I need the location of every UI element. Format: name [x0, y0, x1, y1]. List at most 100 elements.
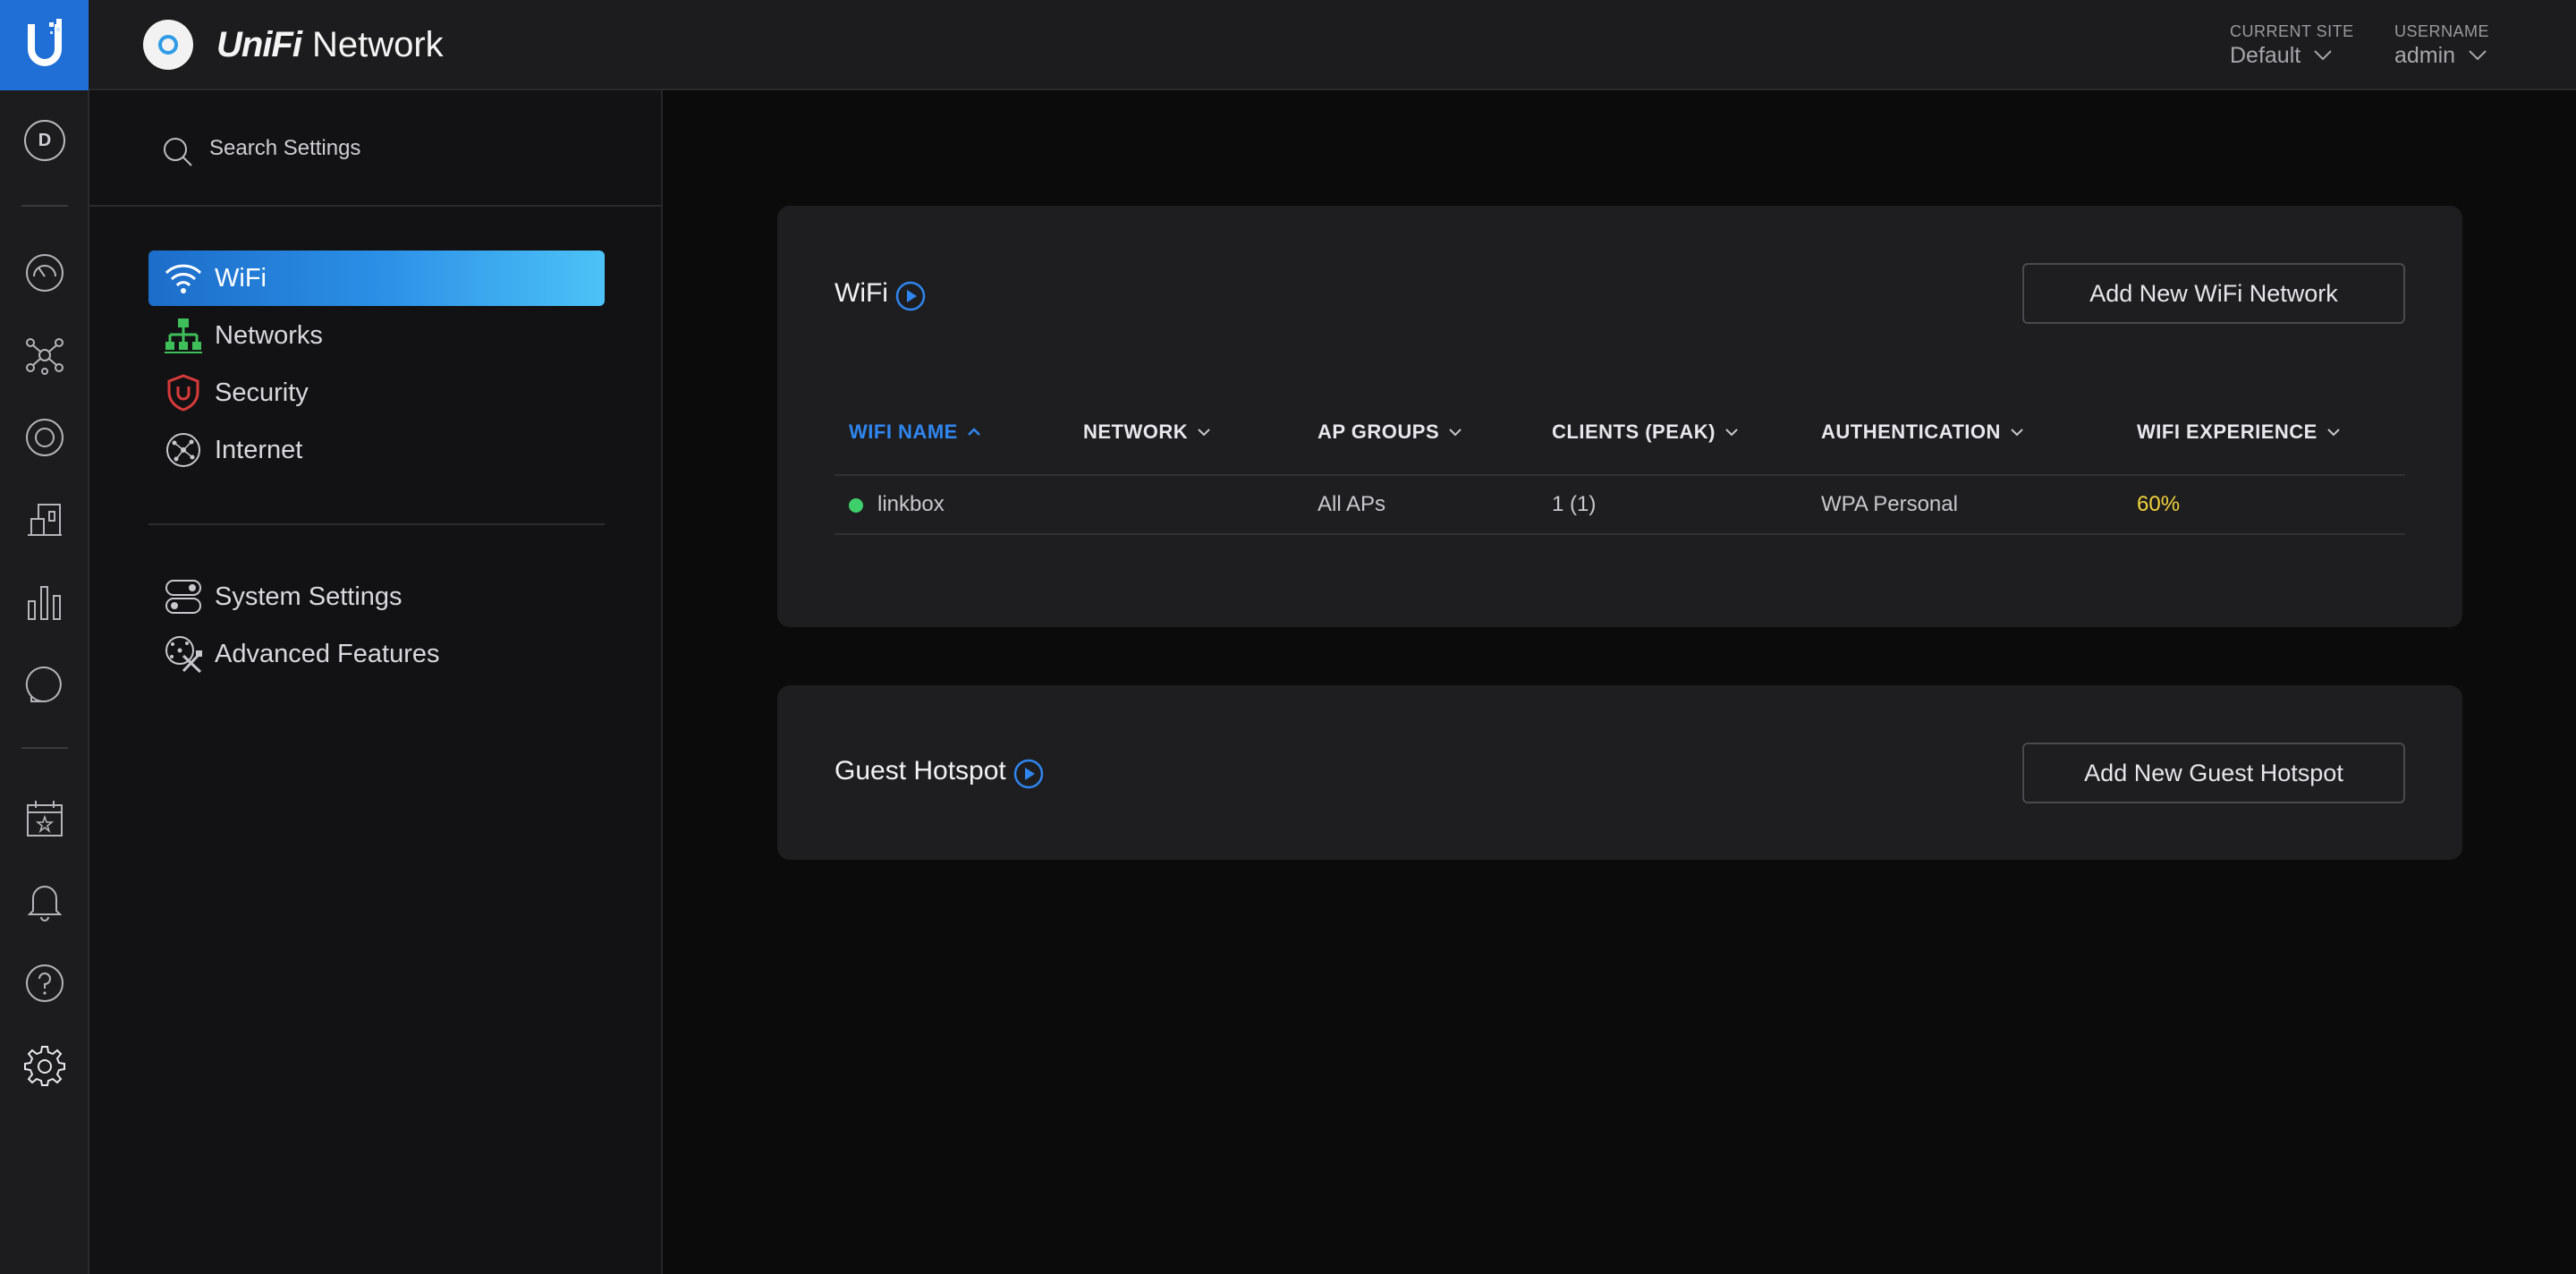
gear-icon [24, 1046, 65, 1086]
events-icon [27, 801, 63, 837]
column-header-ap-groups[interactable]: AP GROUPS [1318, 420, 1462, 444]
ubiquiti-logo-icon [27, 18, 62, 66]
cell-clients-peak: 1 (1) [1552, 492, 1597, 516]
wifi-card-title: WiFi [835, 278, 888, 308]
search-input[interactable] [208, 128, 601, 169]
sidebar-item-label: System Settings [215, 582, 402, 611]
chevron-down-icon [2314, 50, 2332, 61]
statistics-button[interactable] [20, 577, 70, 627]
chevron-down-icon [2469, 50, 2487, 61]
username-label: USERNAME [2394, 22, 2490, 40]
statistics-icon [28, 586, 61, 620]
chevron-down-icon [2011, 429, 2023, 437]
chevron-down-icon [2327, 429, 2340, 437]
sidebar-item-networks[interactable]: Networks [148, 308, 605, 363]
chevron-down-icon [1198, 429, 1210, 437]
sidebar-item-advanced-features[interactable]: Advanced Features [148, 626, 605, 682]
sidebar-item-wifi[interactable]: WiFi [148, 251, 605, 306]
help-icon [26, 964, 64, 1002]
guest-hotspot-card-header: Guest Hotspot [835, 753, 1044, 789]
clients-button[interactable] [20, 495, 70, 545]
alerts-button[interactable] [20, 876, 70, 926]
username-value: admin [2394, 43, 2456, 68]
cell-wifi-name: linkbox [877, 492, 945, 516]
app-navigation-rail: D [0, 90, 89, 1274]
globe-icon [163, 429, 204, 471]
rail-divider [21, 205, 68, 207]
settings-sidebar: WiFi Networks Se [89, 90, 663, 1274]
sidebar-item-internet[interactable]: Internet [148, 422, 605, 478]
settings-button[interactable] [20, 1040, 70, 1091]
cell-authentication: WPA Personal [1821, 492, 1958, 516]
table-header-row: WIFI NAME NETWORK AP GROUPS CLIENTS (PEA… [835, 394, 2405, 476]
sidebar-item-label: Advanced Features [215, 639, 440, 668]
devices-button[interactable] [20, 412, 70, 463]
sidebar-item-label: WiFi [215, 263, 267, 293]
column-header-label: NETWORK [1083, 420, 1189, 443]
insights-button[interactable] [20, 659, 70, 709]
unifi-network-app-icon[interactable] [143, 20, 193, 70]
column-header-clients-peak[interactable]: CLIENTS (PEAK) [1552, 420, 1739, 444]
help-button[interactable] [20, 958, 70, 1008]
sidebar-item-system-settings[interactable]: System Settings [148, 569, 605, 624]
networks-icon [163, 315, 204, 356]
current-site-selector[interactable]: CURRENT SITE Default [2230, 21, 2354, 70]
sidebar-item-label: Internet [215, 435, 303, 464]
events-button[interactable] [20, 794, 70, 844]
chevron-up-icon [967, 428, 980, 436]
status-online-indicator [849, 498, 863, 513]
topology-button[interactable] [20, 330, 70, 380]
ubiquiti-logo[interactable] [0, 0, 89, 90]
column-header-label: WIFI EXPERIENCE [2137, 420, 2318, 443]
guest-hotspot-card: Guest Hotspot Add New Guest Hotspot [777, 685, 2462, 860]
toggles-icon [163, 576, 204, 617]
add-wifi-network-button[interactable]: Add New WiFi Network [2022, 263, 2405, 324]
column-header-authentication[interactable]: AUTHENTICATION [1821, 420, 2024, 444]
app-title: UniFi Network [216, 21, 444, 68]
column-header-wifi-experience[interactable]: WIFI EXPERIENCE [2137, 420, 2341, 444]
cell-wifi-experience: 60% [2137, 492, 2181, 516]
topology-icon [26, 338, 64, 375]
play-video-icon[interactable] [1013, 759, 1044, 789]
clients-icon [28, 504, 62, 536]
cell-ap-groups: All APs [1318, 492, 1386, 516]
insights-icon [25, 666, 62, 702]
column-header-label: WIFI NAME [849, 420, 958, 443]
add-guest-hotspot-button[interactable]: Add New Guest Hotspot [2022, 743, 2405, 803]
tools-icon [163, 633, 204, 675]
wifi-icon [163, 258, 204, 299]
bell-icon [27, 886, 63, 922]
app-brand: UniFi [216, 25, 302, 64]
current-site-value: Default [2230, 43, 2301, 68]
search-icon [161, 135, 195, 174]
column-header-label: AP GROUPS [1318, 420, 1440, 443]
play-video-icon[interactable] [895, 281, 926, 311]
table-row[interactable]: linkbox All APs 1 (1) WPA Personal 60% [835, 476, 2405, 535]
wifi-card-header: WiFi [835, 276, 926, 311]
username-menu[interactable]: USERNAME admin [2394, 21, 2489, 70]
sidebar-item-label: Security [215, 378, 309, 407]
dashboard-button[interactable] [20, 248, 70, 298]
dashboard-icon [26, 254, 64, 292]
sidebar-item-label: Networks [215, 320, 323, 350]
rail-divider [21, 747, 68, 749]
settings-search [89, 90, 661, 207]
chevron-down-icon [1725, 429, 1738, 437]
column-header-wifi-name[interactable]: WIFI NAME [849, 420, 981, 444]
wifi-card: WiFi Add New WiFi Network WIFI NAME NETW… [777, 206, 2462, 627]
column-header-label: AUTHENTICATION [1821, 420, 2001, 443]
sidebar-item-security[interactable]: Security [148, 365, 605, 420]
devices-icon [26, 419, 64, 456]
app-name: Network [311, 25, 444, 64]
sidebar-divider [148, 523, 605, 525]
avatar: D [24, 120, 65, 161]
top-bar: UniFi Network CURRENT SITE Default USERNA… [0, 0, 2576, 90]
wifi-networks-table: WIFI NAME NETWORK AP GROUPS CLIENTS (PEA… [835, 394, 2405, 535]
column-header-label: CLIENTS (PEAK) [1552, 420, 1716, 443]
column-header-network[interactable]: NETWORK [1083, 420, 1211, 444]
shield-icon [163, 372, 204, 413]
current-site-label: CURRENT SITE [2230, 22, 2354, 40]
site-avatar-button[interactable]: D [20, 115, 70, 166]
chevron-down-icon [1449, 429, 1462, 437]
guest-hotspot-card-title: Guest Hotspot [835, 756, 1006, 786]
